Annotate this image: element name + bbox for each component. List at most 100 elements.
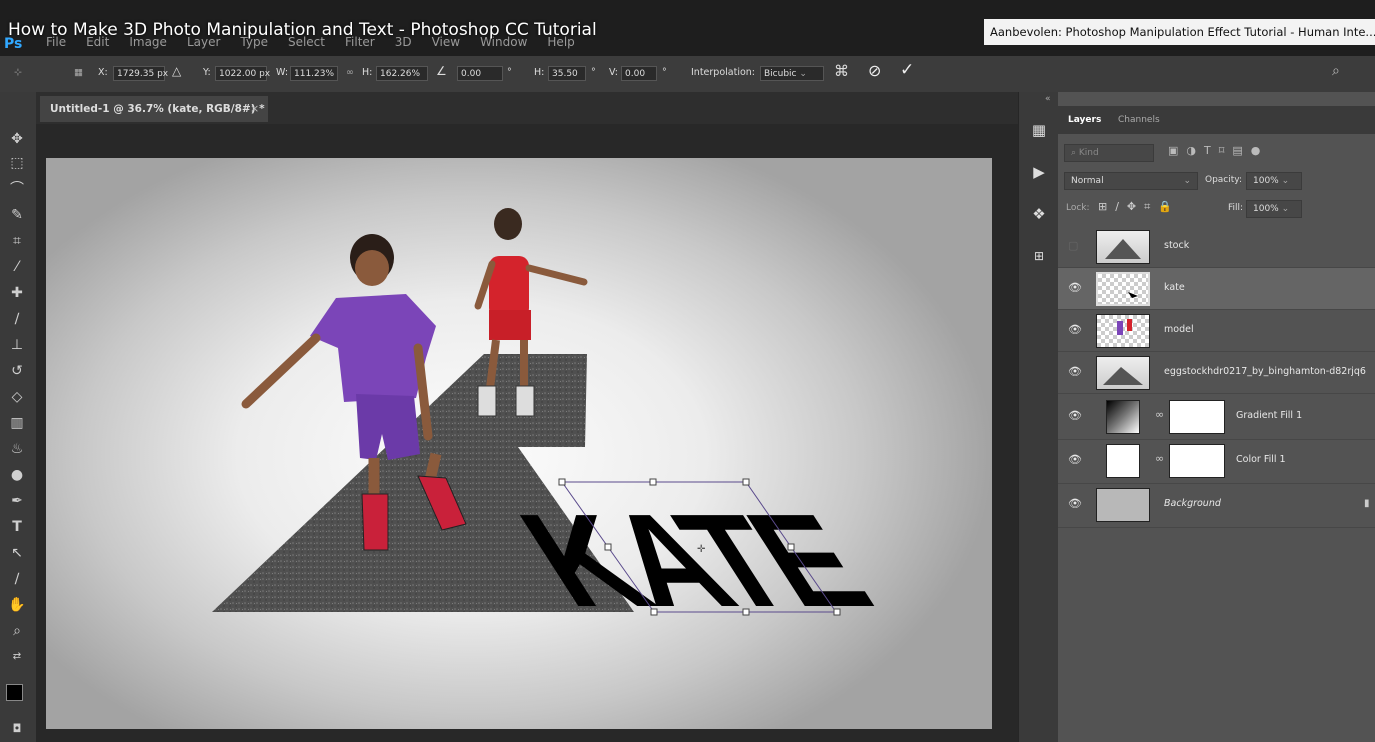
swap-colors-icon[interactable]: ⇄ bbox=[4, 646, 30, 668]
interpolation-label: Interpolation: bbox=[691, 67, 755, 78]
lock-icons[interactable]: ⊞∕✥⌗🔒 bbox=[1098, 200, 1180, 214]
layer-row[interactable]: 👁 Background ▮ bbox=[1058, 484, 1375, 528]
eye-icon[interactable]: 👁 bbox=[1068, 323, 1082, 336]
eye-icon[interactable]: 👁 bbox=[1068, 497, 1082, 510]
layer-mask-thumbnail[interactable] bbox=[1169, 400, 1225, 434]
chevron-down-icon: ⌄ bbox=[1183, 176, 1191, 186]
foreground-color-swatch[interactable] bbox=[6, 684, 23, 701]
height-field[interactable]: 162.26% bbox=[376, 66, 428, 81]
move-tool-icon[interactable]: ✥ bbox=[4, 128, 30, 150]
lock-icon: ▮ bbox=[1364, 498, 1370, 509]
chevron-down-icon: ⌄ bbox=[1281, 176, 1290, 186]
gradient-fill-thumbnail bbox=[1106, 400, 1140, 434]
link-icon[interactable]: ∞ bbox=[346, 67, 354, 78]
healing-brush-icon[interactable]: ✚ bbox=[4, 282, 30, 304]
hand-tool-icon[interactable]: ✋ bbox=[4, 594, 30, 616]
interpolation-select[interactable]: Bicubic ⌄ bbox=[760, 66, 824, 81]
opacity-field[interactable]: 100% ⌄ bbox=[1246, 172, 1302, 190]
layer-row[interactable]: 👁 model bbox=[1058, 310, 1375, 352]
h-skew-field[interactable]: 35.50 bbox=[548, 66, 586, 81]
v-skew-degree: ° bbox=[662, 67, 667, 78]
angle-icon: ∠ bbox=[436, 64, 447, 78]
layer-row[interactable]: 👁 eggstockhdr0217_by_binghamton-d82rjq6 bbox=[1058, 352, 1375, 394]
eye-icon[interactable]: 👁 bbox=[1068, 365, 1082, 378]
histogram-icon[interactable]: ▦ bbox=[1029, 120, 1049, 140]
quick-select-tool-icon[interactable]: ✎ bbox=[4, 204, 30, 226]
warp-mode-icon[interactable]: ⌘ bbox=[834, 62, 849, 80]
zoom-tool-icon[interactable]: ⌕ bbox=[4, 620, 30, 642]
chevron-down-icon: ⌄ bbox=[1281, 204, 1290, 214]
brush-presets-icon[interactable]: ❖ bbox=[1029, 204, 1049, 224]
width-field[interactable]: 111.23% bbox=[290, 66, 338, 81]
document-tab[interactable]: Untitled-1 @ 36.7% (kate, RGB/8#) * bbox=[40, 96, 268, 122]
eye-icon[interactable]: 👁 bbox=[1068, 281, 1082, 294]
options-bar: ⊹ ▦ X: 1729.35 px △ Y: 1022.00 px W: 111… bbox=[0, 56, 1375, 93]
tab-layers[interactable]: Layers bbox=[1068, 115, 1101, 125]
layer-name[interactable]: Gradient Fill 1 bbox=[1236, 410, 1302, 421]
tab-channels[interactable]: Channels bbox=[1118, 115, 1160, 125]
layer-row[interactable]: 👁 ∞ Gradient Fill 1 bbox=[1058, 396, 1375, 440]
angle-field[interactable]: 0.00 bbox=[457, 66, 503, 81]
layer-row[interactable]: ▢ stock bbox=[1058, 226, 1375, 268]
recommended-video[interactable]: Aanbevolen: Photoshop Manipulation Effec… bbox=[984, 19, 1375, 45]
path-select-icon[interactable]: ↖ bbox=[4, 542, 30, 564]
search-icon: ⌕ bbox=[1071, 148, 1079, 158]
lasso-tool-icon[interactable]: ⌒ bbox=[4, 178, 30, 200]
type-tool-icon[interactable]: T bbox=[4, 516, 30, 538]
chain-link-icon[interactable]: ∞ bbox=[1155, 408, 1164, 421]
v-skew-field[interactable]: 0.00 bbox=[621, 66, 657, 81]
fill-label: Fill: bbox=[1228, 203, 1244, 213]
commit-transform-icon[interactable]: ✓ bbox=[900, 60, 914, 80]
filter-kind-select[interactable]: ⌕ Kind bbox=[1064, 144, 1154, 162]
history-brush-icon[interactable]: ↺ bbox=[4, 360, 30, 382]
blur-tool-icon[interactable]: ♨ bbox=[4, 438, 30, 460]
layer-row[interactable]: 👁 ∞ Color Fill 1 bbox=[1058, 440, 1375, 484]
x-field[interactable]: 1729.35 px bbox=[113, 66, 168, 81]
brush-tool-icon[interactable]: ∕ bbox=[4, 308, 30, 330]
model-thumb-icon bbox=[1117, 319, 1132, 335]
layer-mask-thumbnail[interactable] bbox=[1169, 444, 1225, 478]
eye-icon[interactable]: 👁 bbox=[1068, 453, 1082, 466]
stamp-tool-icon[interactable]: ⊥ bbox=[4, 334, 30, 356]
close-tab-icon[interactable]: × bbox=[250, 96, 259, 122]
cancel-transform-icon[interactable]: ⊘ bbox=[868, 61, 881, 80]
properties-icon[interactable]: ⊞ bbox=[1029, 246, 1049, 266]
layer-filter-icons[interactable]: ▣◑T⌑▤● bbox=[1168, 144, 1268, 157]
layer-name[interactable]: Background bbox=[1164, 498, 1221, 509]
marquee-tool-icon[interactable]: ⬚ bbox=[4, 152, 30, 174]
layer-name[interactable]: model bbox=[1164, 324, 1194, 335]
layer-row-selected[interactable]: 👁 kate bbox=[1058, 268, 1375, 310]
tools-panel: ✥ ⬚ ⌒ ✎ ⌗ ⁄ ✚ ∕ ⊥ ↺ ◇ ▥ ♨ ● ✒ T ↖ ∕ ✋ ⌕ … bbox=[0, 92, 36, 742]
reference-point-icon[interactable]: ▦ bbox=[74, 67, 83, 78]
angle-degree: ° bbox=[507, 67, 512, 78]
layer-name[interactable]: kate bbox=[1164, 282, 1185, 293]
quick-mask-icon[interactable]: ◘ bbox=[4, 718, 30, 740]
gradient-tool-icon[interactable]: ▥ bbox=[4, 412, 30, 434]
line-tool-icon[interactable]: ∕ bbox=[4, 568, 30, 590]
visibility-off-icon[interactable]: ▢ bbox=[1068, 239, 1078, 252]
fill-field[interactable]: 100% ⌄ bbox=[1246, 200, 1302, 218]
collapse-panels-icon[interactable]: « bbox=[1045, 94, 1051, 104]
eyedropper-tool-icon[interactable]: ⁄ bbox=[4, 256, 30, 278]
pen-tool-icon[interactable]: ✒ bbox=[4, 490, 30, 512]
chain-link-icon[interactable]: ∞ bbox=[1155, 452, 1164, 465]
crop-tool-icon[interactable]: ⌗ bbox=[4, 230, 30, 252]
chevron-down-icon: ⌄ bbox=[799, 69, 807, 79]
y-label: Y: bbox=[203, 67, 211, 78]
document-canvas[interactable]: KATE ✛ bbox=[46, 158, 992, 729]
dodge-tool-icon[interactable]: ● bbox=[4, 464, 30, 486]
layer-name[interactable]: stock bbox=[1164, 240, 1189, 251]
y-field[interactable]: 1022.00 px bbox=[215, 66, 270, 81]
video-title[interactable]: How to Make 3D Photo Manipulation and Te… bbox=[8, 20, 597, 40]
layer-name[interactable]: Color Fill 1 bbox=[1236, 454, 1286, 465]
layers-panel-tabs: Layers Channels bbox=[1058, 106, 1375, 134]
eraser-tool-icon[interactable]: ◇ bbox=[4, 386, 30, 408]
opacity-label: Opacity: bbox=[1205, 175, 1242, 185]
delta-icon[interactable]: △ bbox=[172, 64, 181, 78]
actions-play-icon[interactable]: ▶ bbox=[1029, 162, 1049, 182]
layer-thumbnail bbox=[1096, 356, 1150, 390]
eye-icon[interactable]: 👁 bbox=[1068, 409, 1082, 422]
search-icon[interactable]: ⌕ bbox=[1332, 63, 1340, 79]
blend-mode-select[interactable]: Normal ⌄ bbox=[1064, 172, 1198, 190]
layer-name[interactable]: eggstockhdr0217_by_binghamton-d82rjq6 bbox=[1164, 366, 1366, 377]
